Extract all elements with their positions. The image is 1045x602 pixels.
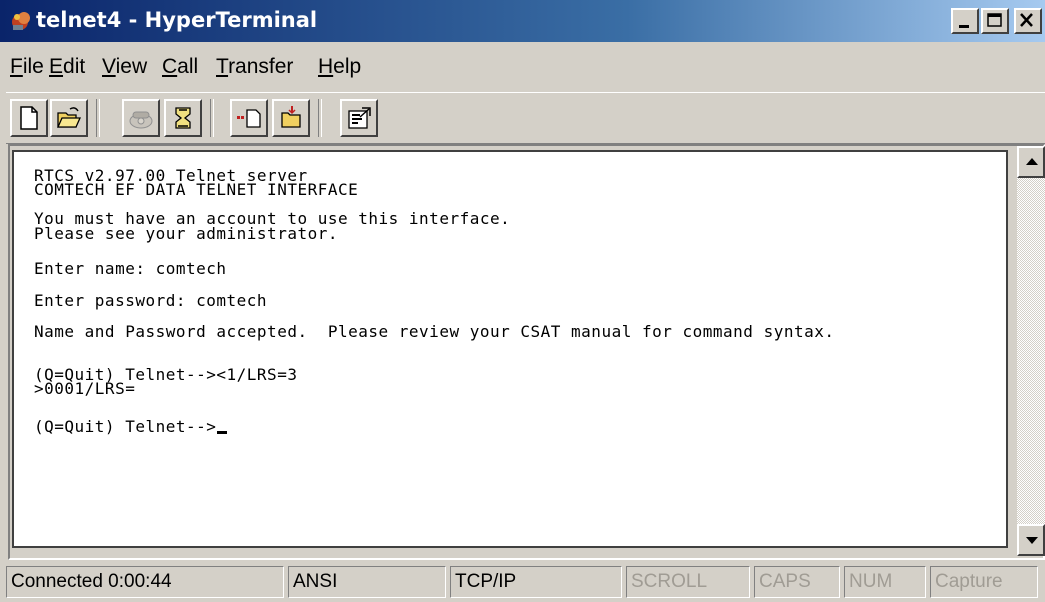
menu-view-label: iew <box>115 55 148 78</box>
menu-edit-label: dit <box>63 55 86 78</box>
minimize-icon <box>959 25 969 28</box>
terminal-prompt-line[interactable]: (Q=Quit) Telnet--> <box>34 417 228 436</box>
vertical-scrollbar[interactable] <box>1017 146 1045 556</box>
status-bar: Connected 0:00:44 ANSI TCP/IP SCROLL CAP… <box>0 562 1045 602</box>
close-button[interactable] <box>1014 8 1042 34</box>
properties-button[interactable] <box>340 99 378 137</box>
status-connection: Connected 0:00:44 <box>6 566 284 598</box>
status-caps: CAPS <box>754 566 840 598</box>
terminal-line: COMTECH EF DATA TELNET INTERFACE <box>34 180 359 199</box>
status-emulation: ANSI <box>288 566 446 598</box>
scroll-down-button[interactable] <box>1017 524 1045 556</box>
toolbar-separator <box>210 99 214 137</box>
scroll-up-button[interactable] <box>1017 146 1045 178</box>
terminal-prompt: (Q=Quit) Telnet--> <box>34 417 217 436</box>
menu-transfer[interactable]: Transfer <box>216 55 293 79</box>
status-num: NUM <box>844 566 926 598</box>
toolbar <box>6 92 1045 144</box>
open-button[interactable] <box>50 99 88 137</box>
new-connection-button[interactable] <box>10 99 48 137</box>
menu-call-label: all <box>177 55 199 78</box>
menu-edit-accel: E <box>49 55 64 78</box>
menu-file-label: ile <box>22 55 44 78</box>
open-icon <box>56 107 82 128</box>
terminal-line: Please see your administrator. <box>34 224 338 243</box>
menu-view-accel: V <box>102 55 116 78</box>
menu-file[interactable]: File <box>10 55 44 79</box>
menu-call-accel: C <box>162 55 178 78</box>
menu-transfer-accel: T <box>216 55 229 78</box>
close-icon <box>1020 13 1033 27</box>
terminal-line: Name and Password accepted. Please revie… <box>34 322 835 341</box>
new-icon <box>20 106 38 130</box>
terminal-line: Enter password: comtech <box>34 291 268 310</box>
menu-help[interactable]: Help <box>318 55 361 79</box>
send-icon <box>237 109 261 128</box>
title-bar[interactable]: telnet4 - HyperTerminal <box>0 0 1045 42</box>
minimize-button[interactable] <box>951 8 979 34</box>
menu-call[interactable]: Call <box>162 55 198 79</box>
status-protocol: TCP/IP <box>450 566 622 598</box>
send-button[interactable] <box>230 99 268 137</box>
properties-icon <box>348 107 371 129</box>
status-capture: Capture <box>930 566 1038 598</box>
menu-file-accel: F <box>10 55 23 78</box>
hyperterminal-app-icon[interactable] <box>10 9 34 33</box>
terminal-line: Enter name: comtech <box>34 259 227 278</box>
menu-view[interactable]: View <box>102 55 147 79</box>
menu-edit[interactable]: Edit <box>49 55 85 79</box>
receive-button[interactable] <box>272 99 310 137</box>
arrow-up-icon <box>1026 158 1038 165</box>
arrow-down-icon <box>1026 537 1038 544</box>
toolbar-separator <box>318 99 322 137</box>
call-icon <box>129 111 153 129</box>
menu-help-accel: H <box>318 55 334 78</box>
maximize-icon <box>987 13 1002 27</box>
receive-icon <box>281 106 301 128</box>
status-scroll: SCROLL <box>626 566 750 598</box>
terminal-screen[interactable]: RTCS v2.97.00 Telnet server COMTECH EF D… <box>12 150 1008 548</box>
maximize-button[interactable] <box>981 8 1009 34</box>
terminal-line: >0001/LRS= <box>34 379 136 398</box>
disconnect-icon <box>175 107 191 129</box>
menu-bar: File Edit View Call Transfer Help <box>0 44 1045 90</box>
call-button[interactable] <box>122 99 160 137</box>
menu-transfer-label: ransfer <box>228 55 294 78</box>
text-cursor <box>217 431 228 434</box>
disconnect-button[interactable] <box>164 99 202 137</box>
window-title: telnet4 - HyperTerminal <box>36 8 318 32</box>
toolbar-separator <box>96 99 100 137</box>
menu-help-label: elp <box>333 55 362 78</box>
